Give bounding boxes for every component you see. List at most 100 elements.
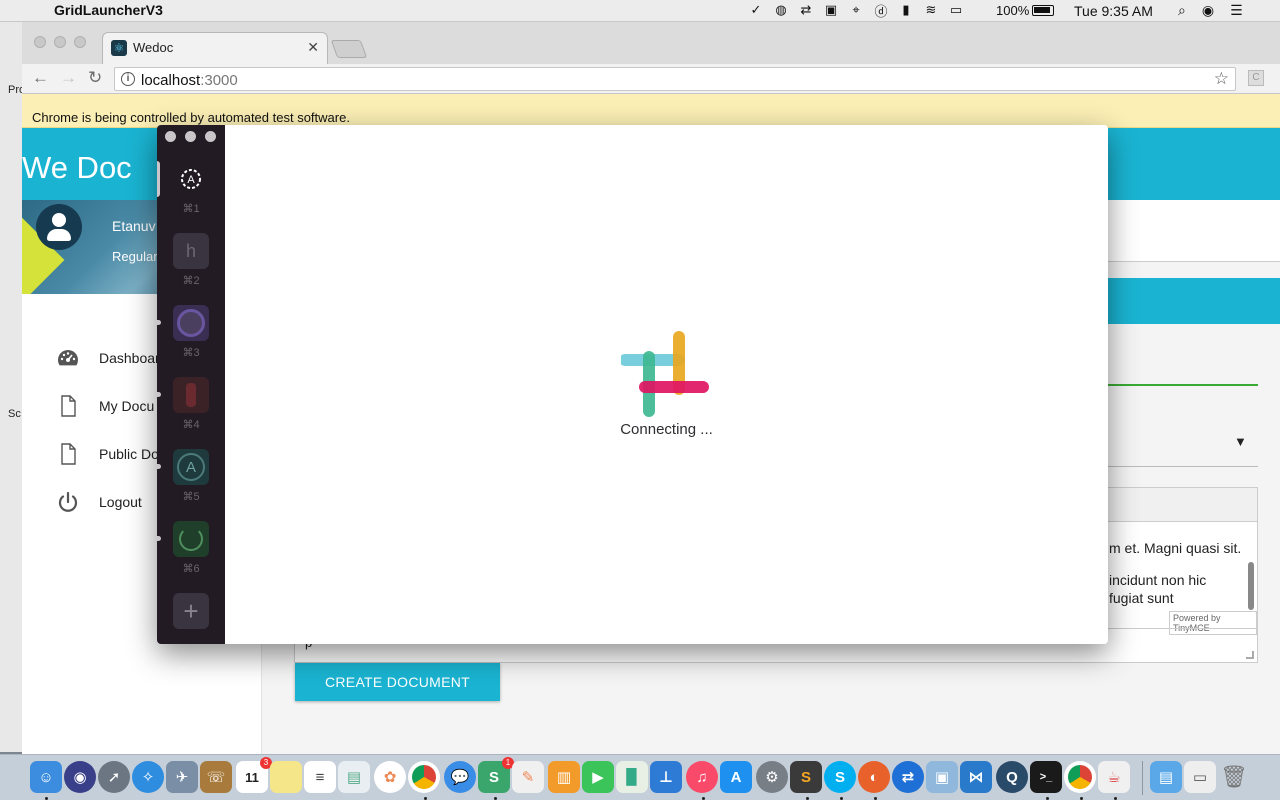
editor-text-line: m et. Magni quasi sit. [1109, 540, 1242, 556]
java-icon[interactable]: ☕ [1098, 761, 1130, 793]
team-6-button[interactable] [173, 521, 209, 557]
refresh-icon [179, 527, 203, 551]
status-location-icon[interactable]: ⌖ [848, 2, 864, 18]
preview-icon[interactable]: ▤ [338, 761, 370, 793]
notification-center-icon[interactable]: ☰ [1230, 2, 1243, 19]
minimize-window-button[interactable] [185, 131, 196, 142]
browser-tab[interactable]: ⚛ Wedoc ✕ [102, 32, 328, 64]
system-preferences-icon[interactable]: ⚙ [756, 761, 788, 793]
team-4-button[interactable] [173, 377, 209, 413]
address-bar[interactable]: i localhost:3000 ☆ [114, 67, 1236, 91]
itunes-icon[interactable]: ♫ [686, 761, 718, 793]
close-window-button[interactable] [165, 131, 176, 142]
menubar-right-icons: ⌕ ◉ ☰ [1178, 2, 1243, 19]
team-letter: A [177, 453, 205, 481]
background-window-label: Sc [8, 408, 21, 420]
team-shortcut: ⌘6 [182, 563, 200, 575]
team-shortcut: ⌘2 [182, 275, 200, 287]
zoom-window-button[interactable] [74, 36, 86, 48]
chrome-logo [412, 765, 436, 789]
zoom-window-button[interactable] [205, 131, 216, 142]
connecting-status: Connecting ... [620, 421, 713, 438]
team-shortcut: ⌘3 [182, 347, 200, 359]
back-icon[interactable]: ← [32, 68, 49, 88]
notes-icon[interactable] [270, 761, 302, 793]
editor-text-line: fugiat sunt [1109, 590, 1174, 606]
screenshot-stack-icon[interactable]: ▭ [1184, 761, 1216, 793]
keynote-icon[interactable]: ⊥ [650, 761, 682, 793]
ibooks-icon[interactable]: ▥ [548, 761, 580, 793]
clock[interactable]: Tue 9:35 AM [1074, 3, 1153, 19]
team-1-button[interactable]: A [173, 161, 209, 197]
eagle-icon[interactable]: ✈ [166, 761, 198, 793]
photos-icon[interactable]: ✿ [374, 761, 406, 793]
dropdown-arrow-icon[interactable]: ▼ [1234, 434, 1247, 449]
teamviewer-icon[interactable]: ⇄ [892, 761, 924, 793]
infobar-text: Chrome is being controlled by automated … [32, 110, 350, 125]
info-icon[interactable]: i [121, 72, 135, 86]
team-5-button[interactable]: A [173, 449, 209, 485]
firefox-icon[interactable]: ◐ [858, 761, 890, 793]
team-letter: h [185, 240, 196, 261]
airplay-icon[interactable]: ▭ [948, 2, 964, 18]
quicktime-icon[interactable]: Q [996, 761, 1028, 793]
skype-icon[interactable]: S [824, 761, 856, 793]
chrome-logo [1068, 765, 1092, 789]
pages-icon[interactable]: ✎ [512, 761, 544, 793]
team-2-button[interactable]: h [173, 233, 209, 269]
app-name-menu[interactable]: GridLauncherV3 [54, 2, 163, 18]
power-icon [58, 491, 78, 512]
status-bag-icon[interactable]: ▮ [898, 2, 914, 18]
bookmark-star-icon[interactable]: ☆ [1214, 69, 1229, 89]
chrome-icon[interactable] [408, 761, 440, 793]
siri-icon[interactable]: ◉ [64, 761, 96, 793]
numbers-icon[interactable]: ▉ [616, 761, 648, 793]
vscode-icon[interactable]: ⋈ [960, 761, 992, 793]
status-camera-icon[interactable]: ▣ [823, 2, 839, 18]
unread-indicator [157, 320, 161, 325]
reload-icon[interactable]: ↻ [88, 68, 102, 88]
new-tab-button[interactable] [330, 40, 368, 58]
sublime-icon[interactable]: S [790, 761, 822, 793]
status-check-icon[interactable]: ✓ [748, 2, 764, 18]
slack-main-pane: Connecting ... [225, 125, 1108, 644]
calendar-icon[interactable]: 11 3 [236, 757, 272, 793]
create-document-button[interactable]: CREATE DOCUMENT [295, 663, 500, 701]
app-store-icon[interactable]: A [720, 761, 752, 793]
launchpad-icon[interactable]: ➚ [98, 761, 130, 793]
virtualbox-icon[interactable]: ▣ [926, 761, 958, 793]
battery-icon[interactable] [1032, 5, 1054, 16]
safari-icon[interactable]: ✧ [132, 761, 164, 793]
minimize-window-button[interactable] [54, 36, 66, 48]
finder-icon[interactable]: ☺ [30, 761, 62, 793]
messages-icon[interactable]: 💬 [444, 761, 476, 793]
spotlight-icon[interactable]: ⌕ [1178, 2, 1186, 19]
nav-label: Dashboar [99, 350, 160, 366]
wifi-icon[interactable]: ≋ [923, 2, 939, 18]
close-window-button[interactable] [34, 36, 46, 48]
circle-icon [177, 309, 205, 337]
add-team-button[interactable]: + [173, 593, 209, 629]
terminal-icon[interactable]: >_ [1030, 761, 1062, 793]
siri-icon[interactable]: ◉ [1202, 2, 1214, 19]
team-shortcut: ⌘5 [182, 491, 200, 503]
status-teamviewer-icon[interactable]: ⇄ [798, 2, 814, 18]
sheets-icon[interactable]: S1 [478, 757, 514, 793]
resize-handle-icon[interactable] [1246, 651, 1254, 659]
chrome-icon[interactable] [1064, 761, 1096, 793]
forward-icon[interactable]: → [60, 68, 77, 88]
reminders-icon[interactable]: ≡ [304, 761, 336, 793]
unread-indicator [157, 392, 161, 397]
bottle-icon [186, 383, 196, 407]
editor-scrollbar[interactable] [1248, 562, 1254, 610]
status-d-icon[interactable]: ⓓ [873, 2, 889, 19]
macos-menubar: GridLauncherV3 ✓ ◍ ⇄ ▣ ⌖ ⓓ ▮ ≋ ▭ 100% Tu… [0, 0, 1280, 22]
trash-icon[interactable]: 🗑 [1218, 761, 1250, 793]
facetime-icon[interactable]: ▶ [582, 761, 614, 793]
status-cc-icon[interactable]: ◍ [773, 2, 789, 18]
extension-icon[interactable]: C [1248, 70, 1264, 86]
tab-close-icon[interactable]: ✕ [307, 39, 319, 56]
downloads-folder-icon[interactable]: ▤ [1150, 761, 1182, 793]
contacts-icon[interactable]: ☏ [200, 761, 232, 793]
team-3-button[interactable] [173, 305, 209, 341]
